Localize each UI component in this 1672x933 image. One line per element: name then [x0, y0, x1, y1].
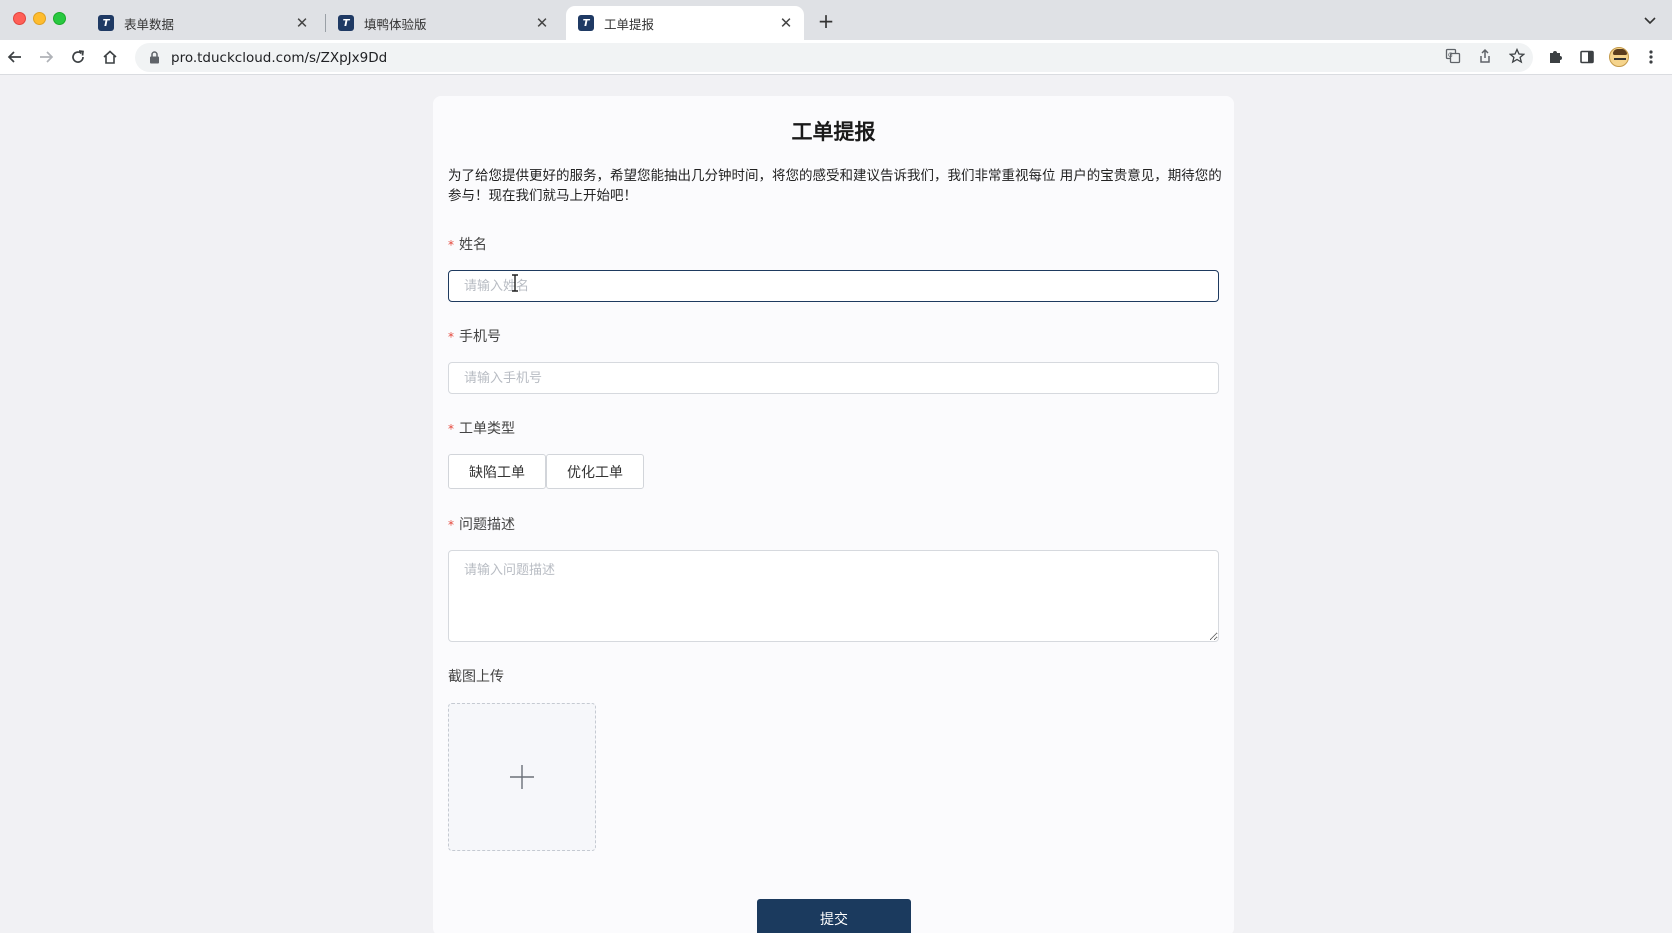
tduck-favicon-icon: T	[338, 15, 354, 31]
problem-description-textarea[interactable]	[448, 550, 1219, 642]
reload-icon[interactable]	[65, 44, 91, 70]
close-icon[interactable]: ✕	[778, 14, 794, 32]
required-mark: *	[448, 238, 454, 252]
extensions-puzzle-icon[interactable]	[1542, 44, 1568, 70]
tab-title: 表单数据	[124, 16, 175, 32]
name-label-text: 姓名	[459, 237, 487, 253]
browser-toolbar: pro.tduckcloud.com/s/ZXpJx9Dd G	[0, 40, 1672, 75]
plus-icon	[510, 765, 534, 789]
new-tab-plus-icon[interactable]: +	[815, 9, 837, 33]
tab-title: 工单提报	[604, 16, 655, 32]
star-bookmark-icon[interactable]	[1505, 44, 1529, 68]
tab-tduck-trial[interactable]: T 填鸭体验版 ✕	[326, 6, 560, 40]
avatar-icon	[1609, 47, 1629, 67]
back-arrow-icon[interactable]	[2, 44, 28, 70]
share-icon[interactable]	[1473, 44, 1497, 68]
text-cursor-icon	[512, 274, 518, 292]
tab-title: 填鸭体验版	[364, 16, 427, 32]
translate-icon[interactable]: G	[1441, 44, 1465, 68]
defect-ticket-option[interactable]: 缺陷工单	[448, 454, 546, 489]
problem-label: * 问题描述	[448, 514, 515, 534]
url-text: pro.tduckcloud.com/s/ZXpJx9Dd	[171, 49, 388, 66]
address-bar[interactable]: pro.tduckcloud.com/s/ZXpJx9Dd	[135, 43, 1533, 72]
name-input[interactable]	[448, 270, 1219, 302]
ticket-type-label-text: 工单类型	[459, 421, 515, 437]
optimization-ticket-option[interactable]: 优化工单	[546, 454, 644, 489]
side-panel-icon[interactable]	[1574, 44, 1600, 70]
close-icon[interactable]: ✕	[294, 14, 310, 32]
svg-text:G: G	[1448, 52, 1453, 59]
close-icon[interactable]: ✕	[534, 14, 550, 32]
name-label: * 姓名	[448, 234, 487, 254]
forward-arrow-icon[interactable]	[33, 44, 59, 70]
close-window-button[interactable]	[13, 12, 26, 25]
form-card: 工单提报 为了给您提供更好的服务，希望您能抽出几分钟时间，将您的感受和建议告诉我…	[433, 96, 1234, 933]
required-mark: *	[448, 330, 454, 344]
tduck-favicon-icon: T	[98, 15, 114, 31]
form-title: 工单提报	[791, 120, 876, 144]
tduck-favicon-icon: T	[578, 15, 594, 31]
home-icon[interactable]	[97, 44, 123, 70]
tab-form-data[interactable]: T 表单数据 ✕	[86, 6, 320, 40]
screenshot-upload-label: 截图上传	[448, 669, 504, 685]
phone-label-text: 手机号	[459, 329, 501, 345]
screenshot-upload-dropzone[interactable]	[448, 703, 596, 851]
phone-input[interactable]	[448, 362, 1219, 394]
required-mark: *	[448, 518, 454, 532]
minimize-window-button[interactable]	[33, 12, 46, 25]
lock-icon[interactable]	[147, 51, 161, 65]
profile-avatar[interactable]	[1606, 44, 1632, 70]
problem-label-text: 问题描述	[459, 517, 515, 533]
browser-tab-strip: T 表单数据 ✕ T 填鸭体验版 ✕ T 工单提报 ✕ +	[0, 0, 1672, 40]
form-description: 为了给您提供更好的服务，希望您能抽出几分钟时间，将您的感受和建议告诉我们，我们非…	[448, 168, 1222, 204]
more-menu-icon[interactable]	[1638, 44, 1664, 70]
ticket-type-label: * 工单类型	[448, 418, 515, 438]
chevron-down-icon[interactable]	[1640, 11, 1660, 31]
submit-button[interactable]: 提交	[757, 899, 911, 933]
phone-label: * 手机号	[448, 326, 501, 346]
maximize-window-button[interactable]	[53, 12, 66, 25]
required-mark: *	[448, 422, 454, 436]
tab-ticket-report[interactable]: T 工单提报 ✕	[566, 6, 804, 40]
